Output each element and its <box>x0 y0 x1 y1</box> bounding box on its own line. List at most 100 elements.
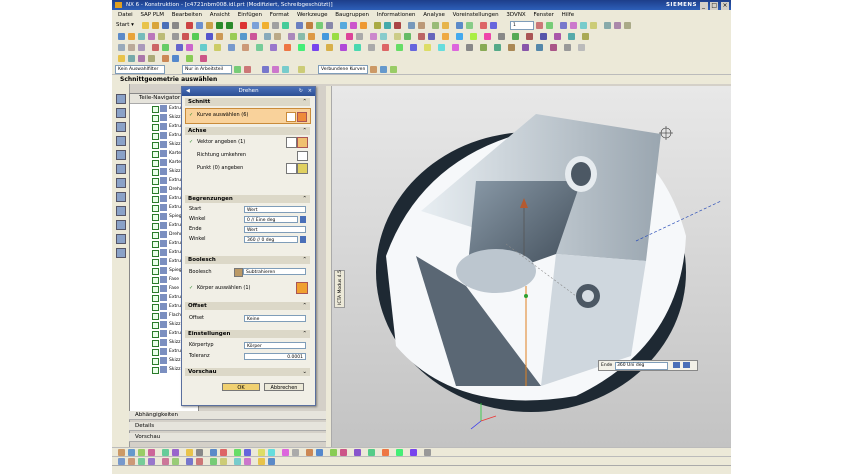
point-dialog-icon[interactable] <box>286 163 297 174</box>
boolean-select[interactable]: Subtrahieren <box>243 268 306 275</box>
trim-icon[interactable] <box>284 44 291 51</box>
start-angle-spinner-icon[interactable] <box>300 216 306 223</box>
follow-fillet-icon[interactable] <box>380 66 387 73</box>
system-scenes-tab-icon[interactable] <box>116 234 126 244</box>
visibility-checkbox[interactable] <box>152 196 159 203</box>
edit-sketch-icon[interactable] <box>228 44 235 51</box>
layer-spinner[interactable]: 1 <box>510 21 534 30</box>
visibility-checkbox[interactable] <box>152 232 159 239</box>
vector-label[interactable]: Vektor angeben (1) <box>197 139 245 146</box>
layer-settings-icon[interactable] <box>442 22 449 29</box>
intersection-curve-icon[interactable] <box>216 33 223 40</box>
snap-midpoint-icon[interactable] <box>138 458 145 465</box>
import-icon[interactable] <box>536 44 543 51</box>
snap-existing-icon[interactable] <box>118 458 125 465</box>
snap-bounded-icon[interactable] <box>220 458 227 465</box>
snap-point-on-curve-icon[interactable] <box>244 458 251 465</box>
curve-select-icon[interactable] <box>297 112 307 122</box>
reverse-direction-icon[interactable] <box>297 151 308 161</box>
visibility-checkbox[interactable] <box>152 241 159 248</box>
macro-icon[interactable] <box>568 33 575 40</box>
start-angle-input[interactable]: 0 // Eine deg <box>244 216 298 223</box>
wireframe-icon[interactable] <box>614 22 621 29</box>
wcs-display-icon[interactable] <box>354 449 361 456</box>
quick-pick-icon[interactable] <box>382 449 389 456</box>
camera-icon[interactable] <box>494 44 501 51</box>
line-icon[interactable] <box>138 33 145 40</box>
visibility-checkbox[interactable] <box>152 124 159 131</box>
snap-on-curve-icon[interactable] <box>196 458 203 465</box>
datum-csys-icon[interactable] <box>360 22 367 29</box>
visibility-checkbox[interactable] <box>152 160 159 167</box>
visible-in-view-icon[interactable] <box>268 449 275 456</box>
options-icon[interactable] <box>564 44 571 51</box>
wcs-icon[interactable] <box>536 22 543 29</box>
visibility-checkbox[interactable] <box>152 268 159 275</box>
visibility-checkbox[interactable] <box>152 106 159 113</box>
visibility-checkbox[interactable] <box>152 367 159 374</box>
filter-reset-icon[interactable] <box>234 66 241 73</box>
vector-type-icon[interactable] <box>297 137 308 148</box>
assembly-icon[interactable] <box>418 33 425 40</box>
replace-face-icon[interactable] <box>322 33 329 40</box>
reuse-library-tab-icon[interactable] <box>116 150 126 160</box>
reverse-direction-label[interactable]: Richtung umkehren <box>197 152 246 159</box>
refresh-icon[interactable] <box>234 449 241 456</box>
end-type-select[interactable]: Wert <box>244 226 306 233</box>
start-button[interactable]: Start ▾ <box>116 21 134 30</box>
visibility-checkbox[interactable] <box>152 169 159 176</box>
feature-group-icon[interactable] <box>396 449 403 456</box>
zoom-icon[interactable] <box>560 22 567 29</box>
replay-icon[interactable] <box>176 44 183 51</box>
datum-plane-icon[interactable] <box>340 22 347 29</box>
process-studio-tab-icon[interactable] <box>116 206 126 216</box>
perspective-icon[interactable] <box>186 55 193 62</box>
visibility-checkbox[interactable] <box>152 205 159 212</box>
assembly-nav-tab-icon[interactable] <box>116 108 126 118</box>
range-filter-select[interactable]: Nur in Arbeitsteil <box>182 65 232 74</box>
restore-view-icon[interactable] <box>200 55 207 62</box>
tool-icon[interactable] <box>554 33 561 40</box>
part-nav-tab-icon[interactable] <box>116 136 126 146</box>
rib-icon[interactable] <box>274 33 281 40</box>
end-angle-input[interactable]: 360 // 0 deg <box>244 236 298 243</box>
point-label[interactable]: Punkt (0) angeben <box>197 165 243 172</box>
group-icon[interactable] <box>340 44 347 51</box>
update-icon[interactable] <box>186 44 193 51</box>
snap-tangent-icon[interactable] <box>268 458 275 465</box>
visibility-checkbox[interactable] <box>152 187 159 194</box>
visibility-checkbox[interactable] <box>152 142 159 149</box>
true-shading-icon[interactable] <box>148 449 155 456</box>
visibility-checkbox[interactable] <box>152 313 159 320</box>
split-body-icon[interactable] <box>418 22 425 29</box>
menu-datei[interactable]: Datei <box>118 10 133 20</box>
section-boolesch[interactable]: Boolesch ⌃ <box>185 256 310 264</box>
section-vorschau[interactable]: Vorschau ⌄ <box>185 368 310 376</box>
cut-icon[interactable] <box>186 22 193 29</box>
draft-icon[interactable] <box>264 33 271 40</box>
snapshot-icon[interactable] <box>508 44 515 51</box>
thicken-icon[interactable] <box>250 33 257 40</box>
pattern-icon[interactable] <box>432 22 439 29</box>
note-icon[interactable] <box>394 33 401 40</box>
project-curve-icon[interactable] <box>206 33 213 40</box>
menu-hilfe[interactable]: Hilfe <box>562 10 575 20</box>
check-icon[interactable] <box>512 33 519 40</box>
save-wcs-icon[interactable] <box>368 449 375 456</box>
menu-werkzeuge[interactable]: Werkzeuge <box>297 10 328 20</box>
zoom-window-icon[interactable] <box>220 449 227 456</box>
customize-icon[interactable] <box>578 44 585 51</box>
menu-fenster[interactable]: Fenster <box>533 10 553 20</box>
synchronous-icon[interactable] <box>288 33 295 40</box>
edit-position-icon[interactable] <box>128 44 135 51</box>
user-defined-icon[interactable] <box>410 449 417 456</box>
snap-center-icon[interactable] <box>282 66 289 73</box>
visibility-checkbox[interactable] <box>152 340 159 347</box>
subtract-icon[interactable] <box>384 22 391 29</box>
grid-icon[interactable] <box>498 33 505 40</box>
start-type-select[interactable]: Wert <box>244 206 306 213</box>
expression-icon[interactable] <box>404 33 411 40</box>
hidden-edges-icon[interactable] <box>172 449 179 456</box>
snap-on-face-icon[interactable] <box>210 458 217 465</box>
print-icon[interactable] <box>172 22 179 29</box>
